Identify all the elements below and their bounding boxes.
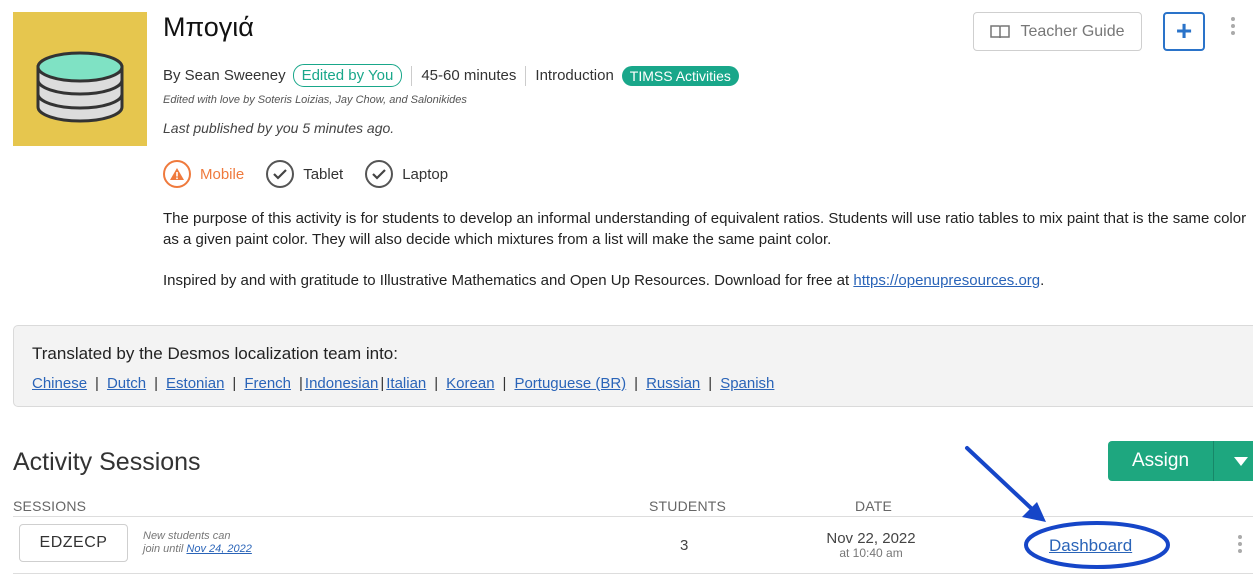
add-to-collection-button[interactable]: + (1163, 12, 1205, 51)
edited-badge: Edited by You (292, 64, 403, 87)
column-header-students: STUDENTS (649, 498, 727, 514)
language-link[interactable]: Spanish (720, 375, 774, 392)
device-compatibility: Mobile Tablet Laptop (163, 160, 470, 188)
activity-title: Μπογιά (163, 12, 254, 42)
device-laptop: Laptop (365, 160, 448, 188)
paint-can-icon (36, 51, 124, 123)
annotation-overlay (965, 446, 1170, 569)
language-link[interactable]: French (244, 375, 291, 392)
check-icon (266, 160, 295, 188)
duration-label: 45-60 minutes (421, 67, 517, 84)
divider (13, 516, 1253, 517)
credits-text: Edited with love by Soteris Loizias, Jay… (163, 94, 467, 106)
session-time: at 10:40 am (839, 546, 903, 560)
openup-link[interactable]: https://openupresources.org (853, 272, 1040, 289)
device-tablet-label: Tablet (303, 165, 344, 183)
join-until-link[interactable]: Nov 24, 2022 (186, 543, 251, 555)
activity-meta: By Sean Sweeney Edited by You 45-60 minu… (163, 64, 739, 87)
language-link[interactable]: Korean (446, 375, 494, 392)
session-date: Nov 22, 2022 (826, 530, 916, 547)
inspired-body: Inspired by and with gratitude to Illust… (163, 272, 854, 289)
teacher-guide-label: Teacher Guide (1020, 22, 1125, 40)
join-line: join until Nov 24, 2022 (143, 543, 252, 556)
check-icon (365, 160, 394, 188)
join-prefix: join until (143, 543, 187, 555)
device-mobile-label: Mobile (200, 165, 245, 183)
timss-tag[interactable]: TIMSS Activities (621, 65, 739, 86)
language-link[interactable]: Russian (646, 375, 700, 392)
more-options-icon[interactable] (1227, 14, 1239, 46)
translations-panel: Translated by the Desmos localization te… (13, 325, 1253, 407)
assign-button-group: Assign (1108, 441, 1253, 481)
warning-icon (163, 160, 191, 188)
language-link[interactable]: Italian (386, 375, 426, 392)
device-mobile: Mobile (163, 160, 244, 188)
inspired-suffix: . (1040, 272, 1045, 289)
language-links: Chinese | Dutch | Estonian | French | Indonesian… (32, 375, 775, 392)
language-link[interactable]: Indonesian (305, 375, 378, 392)
published-text: Last published by you 5 minutes ago. (163, 120, 395, 136)
language-link[interactable]: Chinese (32, 375, 87, 392)
activity-sessions-heading: Activity Sessions (13, 448, 201, 476)
join-info: New students can join until Nov 24, 2022 (143, 530, 252, 556)
teacher-guide-button[interactable]: Teacher Guide (973, 12, 1142, 51)
dashboard-link[interactable]: Dashboard (1049, 536, 1132, 556)
assign-button[interactable]: Assign (1108, 441, 1213, 481)
activity-thumbnail (13, 12, 147, 146)
annotation-arrowhead (1022, 502, 1046, 522)
students-count: 3 (680, 537, 689, 554)
annotation-arrow (965, 446, 1035, 512)
more-options-icon[interactable] (1234, 532, 1246, 564)
join-line: New students can (143, 530, 231, 542)
session-code-button[interactable]: EDZECP (19, 524, 128, 562)
section-label: Introduction (535, 67, 614, 84)
book-icon (990, 24, 1011, 38)
language-link[interactable]: Dutch (107, 375, 146, 392)
device-tablet: Tablet (266, 160, 343, 188)
author-label: By Sean Sweeney (163, 67, 286, 84)
column-header-sessions: SESSIONS (13, 498, 87, 514)
column-header-date: DATE (855, 498, 893, 514)
chevron-down-icon[interactable] (1214, 441, 1253, 481)
language-link[interactable]: Estonian (166, 375, 224, 392)
divider (13, 573, 1253, 574)
activity-description: The purpose of this activity is for stud… (163, 210, 1247, 248)
inspired-text: Inspired by and with gratitude to Illust… (163, 272, 1044, 289)
divider (525, 65, 527, 86)
divider (411, 65, 413, 86)
device-laptop-label: Laptop (402, 165, 449, 183)
translations-title: Translated by the Desmos localization te… (32, 344, 398, 363)
language-link[interactable]: Portuguese (BR) (514, 375, 626, 392)
